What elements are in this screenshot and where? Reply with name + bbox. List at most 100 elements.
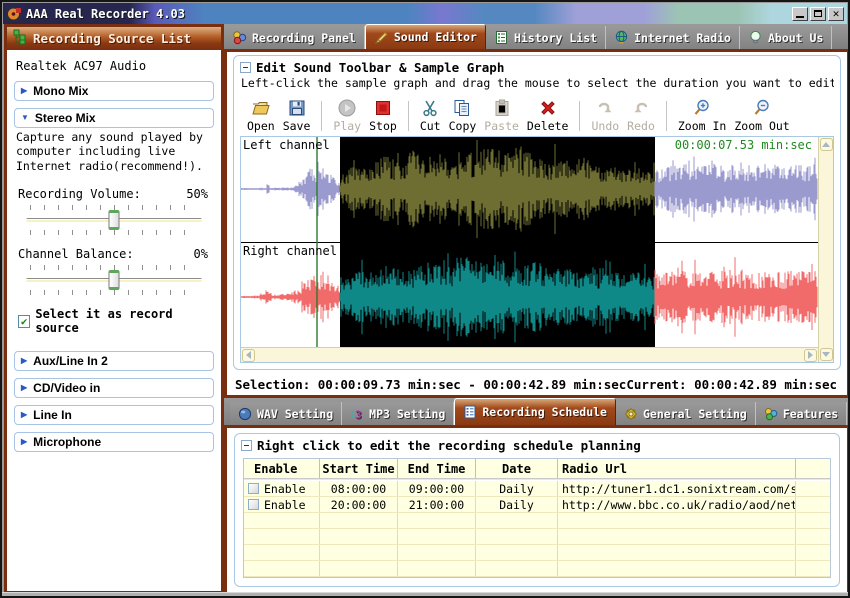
tab-history-list[interactable]: History List	[486, 26, 606, 49]
vertical-scrollbar[interactable]	[818, 137, 833, 362]
scroll-down-button[interactable]	[820, 348, 833, 361]
redo-button[interactable]: Redo	[624, 98, 658, 133]
sidebar-header: Recording Source List	[7, 27, 221, 50]
source-item-stereo-mix[interactable]: ▼ Stereo Mix	[14, 108, 214, 128]
tab-wav-setting[interactable]: WAV Setting	[230, 402, 342, 425]
zoom-out-button[interactable]: Zoom Out	[731, 98, 792, 133]
schedule-table[interactable]: Enable Start Time End Time Date Radio Ur…	[243, 458, 831, 578]
schedule-row[interactable]: Enable 20:00:00 21:00:00 Daily http://ww…	[244, 497, 830, 513]
empty-row[interactable]	[244, 529, 830, 545]
record-source-checkbox[interactable]: ✔	[18, 315, 30, 328]
chevron-right-icon: ▶	[21, 411, 27, 419]
scroll-up-button[interactable]	[820, 138, 833, 151]
chevron-right-icon: ▶	[21, 357, 27, 365]
chevron-right-icon: ▶	[21, 384, 27, 392]
tool-label: Paste	[484, 119, 519, 133]
tool-label: Cut	[420, 119, 441, 133]
empty-row[interactable]	[244, 545, 830, 561]
undo-button[interactable]: Undo	[588, 98, 622, 133]
source-item-line-in[interactable]: ▶ Line In	[14, 405, 214, 425]
source-tree-icon	[13, 29, 27, 49]
stereo-mix-description: Capture any sound played by computer inc…	[16, 130, 212, 173]
slider-thumb[interactable]	[109, 210, 120, 230]
schedule-group-title: Right click to edit the recording schedu…	[257, 438, 641, 453]
svg-text:3: 3	[355, 408, 362, 421]
tab-mp3-setting[interactable]: 3 MP3 Setting	[342, 402, 454, 425]
minimize-icon	[796, 16, 804, 18]
zoom-in-button[interactable]: Zoom In	[675, 98, 729, 133]
source-item-label: Mono Mix	[33, 84, 88, 98]
selection-text: Selection: 00:00:09.73 min:sec - 00:00:4…	[235, 377, 626, 392]
collapse-icon[interactable]	[241, 440, 252, 451]
play-button[interactable]: Play	[330, 98, 364, 133]
tab-general-setting[interactable]: General Setting	[616, 402, 756, 425]
check-icon: ✔	[21, 315, 28, 328]
collapse-icon[interactable]	[240, 62, 251, 73]
scroll-right-button[interactable]	[804, 349, 817, 362]
app-icon	[6, 6, 22, 22]
tab-features[interactable]: Features	[756, 402, 847, 425]
column-header: Enable	[244, 459, 320, 478]
source-item-mono-mix[interactable]: ▶ Mono Mix	[14, 81, 214, 101]
left-channel-label: Left channel	[243, 138, 330, 152]
enable-checkbox[interactable]	[248, 499, 259, 510]
toolbar-separator	[579, 101, 580, 131]
source-item-label: Stereo Mix	[35, 111, 96, 125]
tool-label: Delete	[527, 119, 569, 133]
slider-thumb[interactable]	[109, 270, 120, 290]
scroll-left-button[interactable]	[242, 349, 255, 362]
window-title: AAA Real Recorder 4.03	[26, 7, 185, 21]
arrow-right-icon	[808, 351, 813, 359]
minimize-button[interactable]	[792, 7, 808, 21]
right-channel-label: Right channel	[243, 244, 337, 258]
date-cell: Daily	[476, 481, 558, 496]
source-item-cd-video-in[interactable]: ▶ CD/Video in	[14, 378, 214, 398]
tab-internet-radio[interactable]: Internet Radio	[606, 26, 740, 49]
copy-button[interactable]: Copy	[446, 98, 480, 133]
window-bottom-frame	[2, 592, 848, 596]
tab-label: General Setting	[643, 407, 747, 421]
delete-button[interactable]: Delete	[524, 98, 572, 133]
time-display: 00:00:07.53 min:sec	[675, 138, 812, 152]
app-window: AAA Real Recorder 4.03 ✕ Recording Sourc…	[0, 0, 850, 598]
tab-recording-schedule[interactable]: Recording Schedule	[454, 398, 616, 425]
cut-button[interactable]: Cut	[417, 98, 444, 133]
empty-row[interactable]	[244, 561, 830, 577]
volume-slider[interactable]	[26, 205, 202, 235]
source-item-microphone[interactable]: ▶ Microphone	[14, 432, 214, 452]
sidebar-body: Realtek AC97 Audio ▶ Mono Mix ▼ Stereo M…	[7, 50, 221, 591]
schedule-row[interactable]: Enable 08:00:00 09:00:00 Daily http://tu…	[244, 481, 830, 497]
title-bar[interactable]: AAA Real Recorder 4.03 ✕	[3, 3, 847, 24]
tab-label: Features	[783, 407, 838, 421]
stop-button[interactable]: Stop	[366, 98, 400, 133]
radio-url-cell: http://tuner1.dc1.sonixtream.com/sol...	[558, 481, 796, 496]
top-tab-bar: Recording Panel Sound Editor History Lis…	[224, 24, 850, 49]
chevron-right-icon: ▶	[21, 87, 27, 95]
undo-icon	[595, 98, 615, 118]
maximize-icon	[814, 10, 822, 17]
wav-setting-icon	[238, 407, 252, 421]
source-item-label: Aux/Line In 2	[33, 354, 108, 368]
empty-row[interactable]	[244, 513, 830, 529]
horizontal-scrollbar[interactable]	[241, 347, 818, 362]
tab-sound-editor[interactable]: Sound Editor	[365, 24, 486, 49]
column-header: Radio Url	[558, 459, 796, 478]
source-item-aux-line-in-2[interactable]: ▶ Aux/Line In 2	[14, 351, 214, 371]
balance-slider[interactable]	[26, 265, 202, 295]
current-time-text: Current: 00:00:42.89 min:sec	[626, 377, 837, 392]
sample-graph[interactable]: Left channel Right channel 00:00:07.53 m…	[241, 137, 818, 347]
balance-value: 0%	[194, 247, 208, 261]
bottom-tab-bar: WAV Setting 3 MP3 Setting Recording Sche…	[224, 398, 850, 425]
paste-button[interactable]: Paste	[481, 98, 522, 133]
tab-recording-panel[interactable]: Recording Panel	[224, 26, 365, 49]
save-button[interactable]: Save	[280, 98, 314, 133]
toolbar-separator	[321, 101, 322, 131]
maximize-button[interactable]	[810, 7, 826, 21]
tab-about-us[interactable]: About Us	[740, 26, 832, 49]
close-button[interactable]: ✕	[828, 7, 844, 21]
slider-ticks-bottom	[30, 290, 198, 295]
tool-label: Zoom In	[678, 119, 726, 133]
enable-checkbox[interactable]	[248, 483, 259, 494]
open-button[interactable]: Open	[244, 98, 278, 133]
toolbar-separator	[408, 101, 409, 131]
